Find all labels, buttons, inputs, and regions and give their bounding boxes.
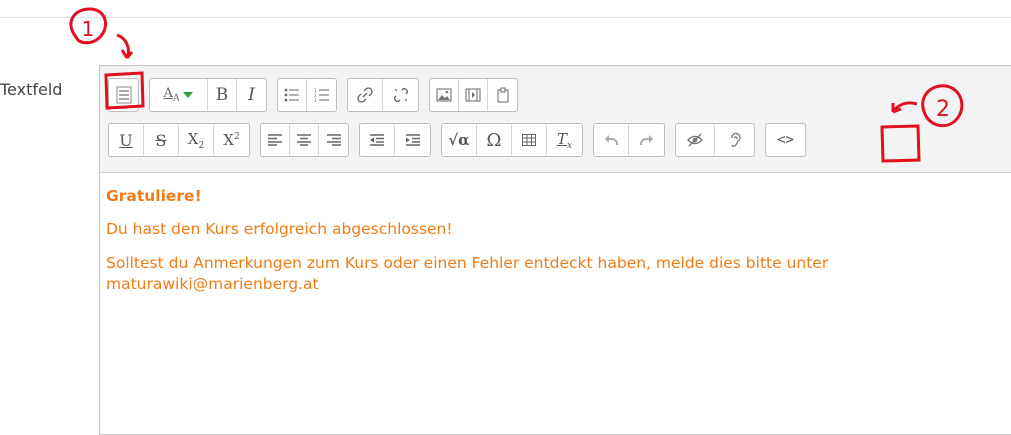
media-button[interactable]	[459, 79, 488, 111]
ordered-list-icon: 123	[314, 88, 330, 102]
annotation-number-1: 1	[82, 17, 95, 41]
unlink-icon	[393, 87, 409, 103]
manage-files-button[interactable]	[488, 79, 517, 111]
increase-indent-icon	[405, 134, 420, 146]
italic-icon: I	[248, 85, 255, 105]
special-char-icon: Ω	[486, 129, 502, 151]
top-divider	[0, 17, 1011, 18]
align-center-button[interactable]	[290, 124, 319, 156]
superscript-icon: X2	[223, 131, 240, 149]
image-button[interactable]	[430, 79, 459, 111]
content-paragraph-1: Du hast den Kurs erfolgreich abgeschloss…	[106, 220, 453, 238]
increase-indent-button[interactable]	[395, 124, 430, 156]
subscript-icon: X2	[187, 129, 205, 151]
media-icon	[465, 88, 481, 102]
bold-icon: B	[215, 85, 229, 105]
align-center-icon	[297, 134, 311, 146]
clear-formatting-icon: Tx	[556, 129, 573, 151]
unlink-button[interactable]	[383, 79, 418, 111]
decrease-indent-icon	[370, 134, 384, 146]
toolbar-row-1: AA B I 123	[108, 78, 528, 112]
toolbar-row-2: U S X2 X2 √α Ω Tx <>	[108, 123, 816, 157]
bold-button[interactable]: B	[208, 79, 237, 111]
screenreader-helper-icon	[729, 132, 741, 148]
link-button[interactable]	[348, 79, 383, 111]
unordered-list-icon	[284, 88, 300, 102]
table-icon	[522, 134, 536, 146]
font-color-button[interactable]: AA	[150, 79, 208, 111]
underline-icon: U	[119, 130, 133, 150]
strikethrough-icon: S	[155, 130, 167, 150]
align-left-button[interactable]	[261, 124, 290, 156]
special-char-button[interactable]: Ω	[477, 124, 512, 156]
subscript-button[interactable]: X2	[179, 124, 214, 156]
font-color-icon: AA	[163, 86, 180, 104]
accessibility-checker-button[interactable]	[676, 124, 715, 156]
align-right-icon	[326, 134, 341, 146]
undo-icon	[604, 134, 618, 146]
redo-button[interactable]	[629, 124, 664, 156]
svg-text:3: 3	[314, 98, 317, 102]
image-icon	[436, 88, 452, 102]
align-left-icon	[268, 134, 282, 146]
field-label: Textfeld	[0, 80, 63, 99]
superscript-button[interactable]: X2	[214, 124, 249, 156]
italic-button[interactable]: I	[237, 79, 266, 111]
editor-content[interactable]: Gratuliere! Du hast den Kurs erfolgreich…	[106, 186, 996, 308]
rich-text-editor[interactable]: AA B I 123 U S X2 X2 √α Ω Tx <> Gratulie…	[99, 65, 1011, 435]
screenreader-helper-button[interactable]	[715, 124, 754, 156]
link-icon	[357, 87, 373, 103]
content-paragraph-2: Solltest du Anmerkungen zum Kurs oder ei…	[106, 254, 829, 293]
manage-files-icon	[496, 87, 510, 103]
toolbar-toggle-button[interactable]	[109, 79, 138, 111]
html-source-icon: <>	[777, 132, 794, 148]
underline-button[interactable]: U	[109, 124, 144, 156]
align-right-button[interactable]	[319, 124, 348, 156]
unordered-list-button[interactable]	[278, 79, 307, 111]
table-button[interactable]	[512, 124, 547, 156]
content-heading: Gratuliere!	[106, 187, 202, 205]
toolbar-toggle-icon	[116, 86, 132, 104]
undo-button[interactable]	[594, 124, 629, 156]
html-source-button[interactable]: <>	[766, 124, 805, 156]
accessibility-checker-icon	[687, 133, 703, 147]
ordered-list-button[interactable]: 123	[307, 79, 336, 111]
decrease-indent-button[interactable]	[360, 124, 395, 156]
equation-button[interactable]: √α	[442, 124, 477, 156]
editor-toolbar: AA B I 123 U S X2 X2 √α Ω Tx <>	[100, 66, 1011, 173]
redo-icon	[639, 134, 654, 146]
clear-formatting-button[interactable]: Tx	[547, 124, 582, 156]
strikethrough-button[interactable]: S	[144, 124, 179, 156]
dropdown-arrow-icon	[183, 92, 194, 98]
equation-icon: √α	[448, 131, 470, 149]
